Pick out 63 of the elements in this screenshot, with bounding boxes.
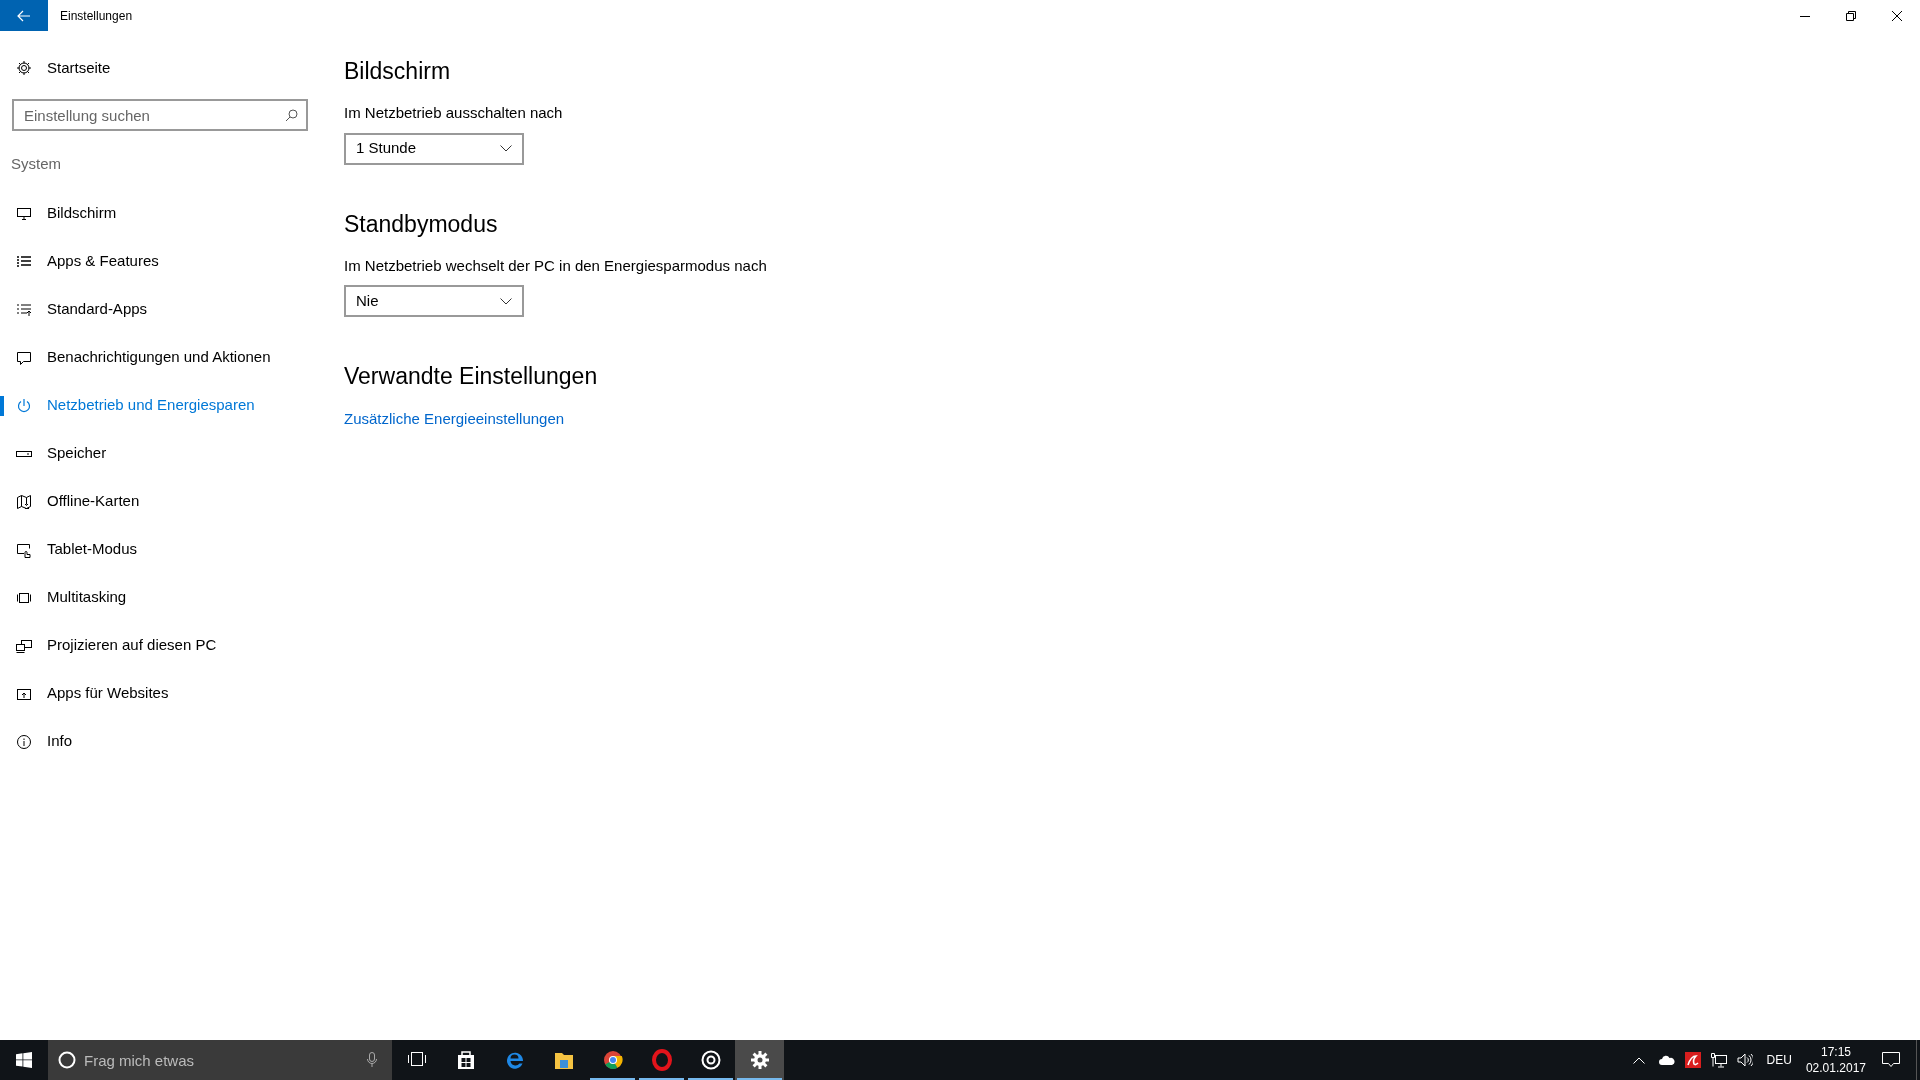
nav-item[interactable]: Speicher [0,429,320,478]
nav-item[interactable]: Info [0,717,320,766]
home-link[interactable]: Startseite [0,48,320,88]
target-disc-icon [699,1049,722,1071]
nav-item[interactable]: Standard-Apps [0,285,320,334]
nav-item[interactable]: Benachrichtigungen und Aktionen [0,333,320,382]
opera-browser-icon [650,1049,673,1071]
cloud-icon[interactable] [1658,1055,1675,1065]
action-center-icon[interactable] [1882,1052,1900,1068]
nav-item[interactable]: Tablet-Modus [0,525,320,574]
clock[interactable]: 17:15 02.01.2017 [1805,1044,1866,1076]
back-button[interactable] [0,0,48,31]
link[interactable]: Zusätzliche Energieeinstellungen [344,408,565,431]
section-heading: Bildschirm [344,57,452,86]
taskbar-app-button[interactable] [735,1040,784,1080]
chevron-up-icon[interactable] [1632,1056,1645,1064]
map-icon [16,493,32,510]
restore-icon [1846,10,1856,21]
microphone-icon [367,1052,377,1068]
info-icon [16,733,32,750]
nav-item[interactable]: Bildschirm [0,189,320,238]
dropdown[interactable]: Nie [344,285,524,317]
nav-item[interactable]: Apps & Features [0,237,320,286]
list-arrow-icon [16,301,32,318]
chrome-browser-icon [601,1049,624,1071]
nav-item[interactable]: Projizieren auf diesen PC [0,621,320,670]
back-arrow-icon [17,9,31,22]
nav-item[interactable]: Offline-Karten [0,477,320,526]
speaker-icon[interactable] [1736,1053,1753,1067]
nav-item[interactable]: Multitasking [0,573,320,622]
nav-item[interactable]: Netzbetrieb und Energiesparen [0,381,320,430]
running-indicator [639,1078,684,1080]
chevron-down-icon [500,145,512,152]
tablet-touch-icon [16,541,32,558]
dropdown[interactable]: 1 Stunde [344,132,524,165]
speech-bubble-icon [16,349,32,366]
windows-logo-icon [16,1052,32,1068]
taskbar-search-field[interactable]: Frag mich etwas [48,1040,392,1080]
power-icon [16,397,32,414]
search-icon [285,109,298,122]
window-title: Einstellungen [60,7,133,25]
gear-icon [748,1049,771,1071]
language-indicator[interactable]: DEU [1766,1051,1792,1069]
running-indicator [590,1078,635,1080]
running-indicator [688,1078,733,1080]
section-heading: Verwandte Einstellungen [344,362,599,391]
selection-indicator [0,395,4,416]
chevron-down-icon [500,297,512,305]
section-label: System [11,154,62,174]
projector-screen-icon [16,637,32,654]
running-indicator [737,1078,782,1080]
gear-icon [16,60,32,76]
cortana-circle-icon [58,1051,76,1069]
search-field[interactable]: Einstellung suchen [12,99,308,131]
network-icon[interactable] [1710,1052,1727,1068]
list-icon [16,253,32,270]
setting-label: Im Netzbetrieb wechselt der PC in den Energiesparmodus nach [344,255,767,276]
setting-label: Im Netzbetrieb ausschalten nach [344,103,564,123]
antivirus-icon[interactable] [1684,1052,1701,1068]
nav-item[interactable]: Apps für Websites [0,669,320,718]
close-icon [1892,10,1902,21]
monitor-icon [16,205,32,222]
section-heading: Standbymodus [344,209,499,239]
